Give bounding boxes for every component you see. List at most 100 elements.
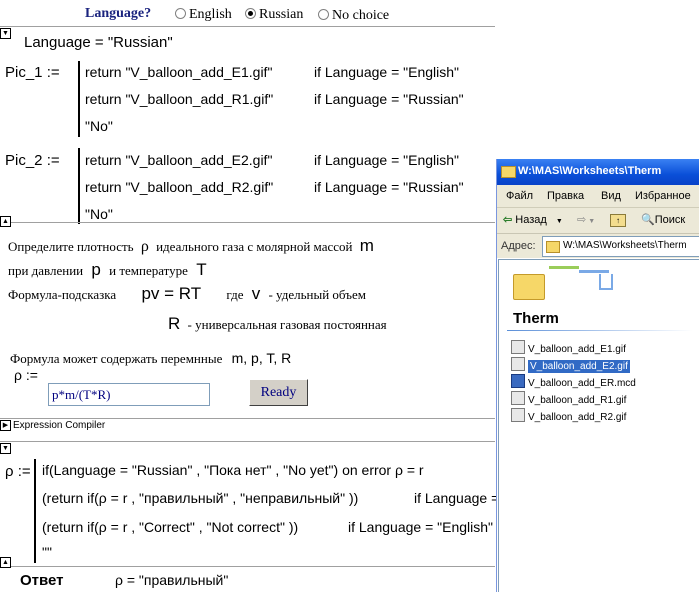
problem-line-2: при давлении p и температуре T xyxy=(8,260,207,280)
back-label: Назад xyxy=(515,214,547,226)
folder-banner: Therm xyxy=(499,260,699,332)
back-dropdown-icon: ▼ xyxy=(555,218,563,225)
result-bracket xyxy=(34,459,36,563)
problem-line-3: Формула-подсказка pv = RT где v - удельн… xyxy=(8,284,366,304)
result-line-1: if(Language = "Russian" , "Пока нет" , "… xyxy=(42,462,424,478)
expression-compiler-toggle[interactable]: ▶ xyxy=(0,420,11,431)
pic2-bracket xyxy=(78,148,80,224)
file-name: V_balloon_add_E1.gif xyxy=(528,344,626,355)
problem-text-3: при давлении xyxy=(8,263,84,278)
pic1-line2-cond: if Language = "Russian" xyxy=(314,91,464,107)
radio-russian-label: Russian xyxy=(259,7,304,22)
T-symbol: T xyxy=(196,260,207,279)
expand-region-1-toggle[interactable]: ▲ xyxy=(0,216,11,227)
expand-region-2-toggle[interactable]: ▲ xyxy=(0,557,11,568)
search-label: Поиск xyxy=(654,214,686,226)
pic2-name: Pic_2 := xyxy=(5,152,60,169)
file-name: V_balloon_add_ER.mcd xyxy=(528,378,636,389)
gif-file-icon xyxy=(511,391,525,405)
R-symbol: R xyxy=(168,314,181,333)
radio-english-label: English xyxy=(189,7,232,22)
large-folder-icon xyxy=(513,274,545,300)
mathcad-file-icon xyxy=(511,374,525,388)
explorer-toolbar: ⇦ Назад ▼ ⇨ ▼ ↑ 🔍Поиск xyxy=(497,208,699,234)
language-assignment: Language = "Russian" xyxy=(24,34,173,51)
pic2-line1-expr: return "V_balloon_add_E2.gif" xyxy=(85,152,273,168)
file-item[interactable]: V_balloon_add_ER.mcd xyxy=(511,374,636,389)
problem-text-5: Формула-подсказка xyxy=(8,287,117,302)
p-symbol: p xyxy=(91,260,101,279)
explorer-window[interactable]: W:\MAS\Worksheets\Therm Файл Правка Вид … xyxy=(496,159,699,592)
problem-line-4: R - универсальная газовая постоянная xyxy=(168,314,387,334)
radio-english[interactable] xyxy=(175,8,186,19)
m-symbol: m xyxy=(359,236,374,255)
back-button[interactable]: ⇦ Назад ▼ xyxy=(503,213,563,226)
region-separator-3 xyxy=(0,441,495,442)
file-item-selected[interactable]: V_balloon_add_E2.gif xyxy=(511,357,630,373)
explorer-title: W:\MAS\Worksheets\Therm xyxy=(518,165,662,177)
problem-text-7: - удельный объем xyxy=(268,287,366,302)
banner-underline xyxy=(507,330,693,331)
menu-view[interactable]: Вид xyxy=(601,190,621,202)
forward-button[interactable]: ⇨ ▼ xyxy=(577,213,595,226)
result-line-2-expr: (return if(ρ = r , "правильный" , "непра… xyxy=(42,490,359,506)
problem-text-8: - универсальная газовая постоянная xyxy=(187,317,387,332)
explorer-address-bar: Адрес: W:\MAS\Worksheets\Therm xyxy=(497,234,699,258)
result-line-4: "" xyxy=(42,544,52,560)
problem-text-2: идеального газа с молярной массой xyxy=(156,239,353,254)
language-option-nochoice[interactable]: No choice xyxy=(318,8,389,24)
result-name: ρ := xyxy=(5,463,31,480)
file-item[interactable]: V_balloon_add_E1.gif xyxy=(511,340,626,355)
collapse-region-1-toggle[interactable]: ▼ xyxy=(0,28,11,39)
language-option-russian[interactable]: Russian xyxy=(245,7,303,23)
v-symbol: v xyxy=(251,284,261,303)
search-button[interactable]: 🔍Поиск xyxy=(641,213,685,226)
radio-russian[interactable] xyxy=(245,8,256,19)
collapse-region-2-toggle[interactable]: ▼ xyxy=(0,443,11,454)
gif-file-icon xyxy=(511,408,525,422)
address-field[interactable]: W:\MAS\Worksheets\Therm xyxy=(542,236,699,257)
problem-text-1: Определите плотность xyxy=(8,239,134,254)
formula-input[interactable]: p*m/(T*R) xyxy=(48,383,210,406)
pic1-line3-expr: "No" xyxy=(85,118,113,134)
answer-label: Ответ xyxy=(20,572,64,589)
explorer-file-pane[interactable]: Therm V_balloon_add_E1.gif V_balloon_add… xyxy=(498,259,699,592)
explorer-menu-bar: Файл Правка Вид Избранное xyxy=(497,185,699,208)
problem-line-5: Формула может содержать перемнные m, p, … xyxy=(10,350,291,367)
ready-button[interactable]: Ready xyxy=(249,379,308,406)
formula-input-value: p*m/(T*R) xyxy=(52,387,111,402)
language-question: Language? xyxy=(85,6,152,21)
banner-line-green xyxy=(549,266,579,269)
explorer-title-bar[interactable]: W:\MAS\Worksheets\Therm xyxy=(497,159,699,185)
file-name: V_balloon_add_R2.gif xyxy=(528,412,627,423)
menu-favorites[interactable]: Избранное xyxy=(635,190,691,202)
address-value: W:\MAS\Worksheets\Therm xyxy=(563,240,687,251)
gif-file-icon xyxy=(511,357,525,371)
banner-line-blue xyxy=(579,270,609,273)
radio-nochoice[interactable] xyxy=(318,9,329,20)
pic1-bracket xyxy=(78,61,80,137)
region-separator-4 xyxy=(0,566,495,567)
region-separator-top xyxy=(0,26,495,27)
problem-text-6: где xyxy=(226,287,244,302)
folder-banner-name: Therm xyxy=(513,310,559,327)
pic1-name: Pic_1 := xyxy=(5,64,60,81)
pic2-line2-cond: if Language = "Russian" xyxy=(314,179,464,195)
result-line-3-cond: if Language = "English" xyxy=(348,519,493,535)
rho-input-label: ρ := xyxy=(14,367,38,383)
file-item[interactable]: V_balloon_add_R1.gif xyxy=(511,391,626,406)
file-name: V_balloon_add_R1.gif xyxy=(528,395,627,406)
address-folder-icon xyxy=(546,241,560,253)
folder-open-icon xyxy=(501,166,516,178)
menu-file[interactable]: Файл xyxy=(506,190,533,202)
menu-edit[interactable]: Правка xyxy=(547,190,584,202)
hint-formula: pv = RT xyxy=(141,284,202,303)
pic2-line1-cond: if Language = "English" xyxy=(314,152,459,168)
file-item[interactable]: V_balloon_add_R2.gif xyxy=(511,408,626,423)
pic1-line2-expr: return "V_balloon_add_R1.gif" xyxy=(85,91,274,107)
language-option-english[interactable]: English xyxy=(175,7,232,23)
pic1-line1-expr: return "V_balloon_add_E1.gif" xyxy=(85,64,273,80)
up-folder-icon[interactable]: ↑ xyxy=(610,214,626,227)
search-icon: 🔍 xyxy=(641,214,655,226)
back-arrow-icon: ⇦ xyxy=(503,214,513,226)
